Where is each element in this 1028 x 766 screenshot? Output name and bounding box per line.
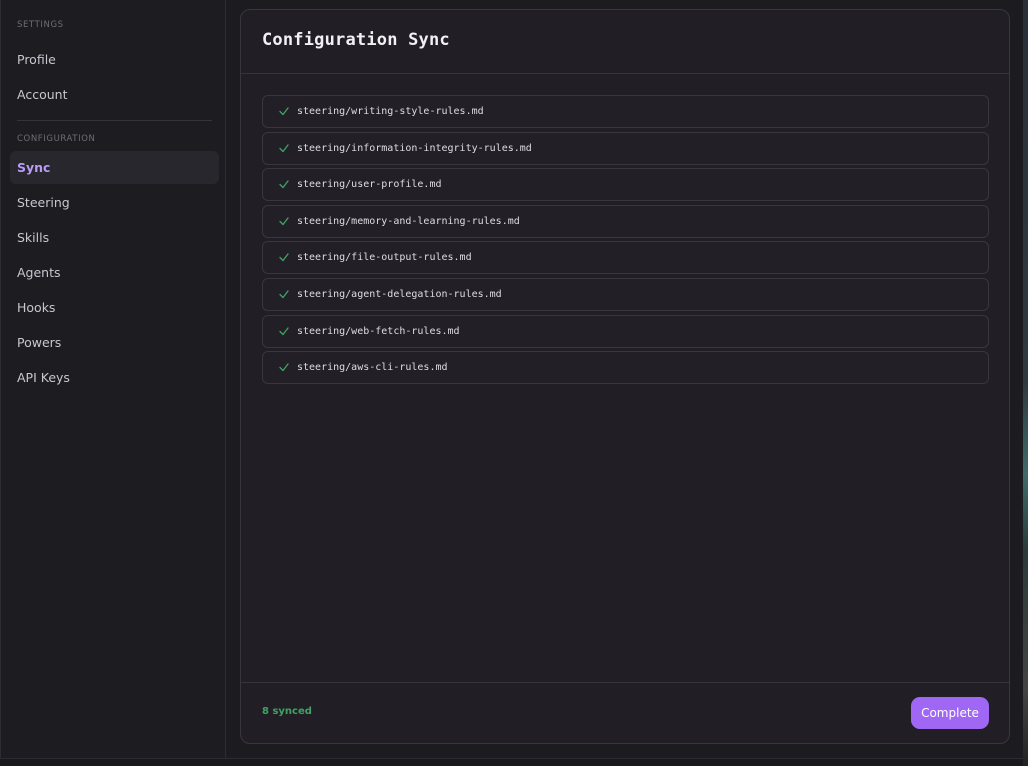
sidebar: SETTINGS Profile Account CONFIGURATION S… [0, 0, 226, 758]
list-item: steering/web-fetch-rules.md [262, 314, 989, 348]
file-path: steering/file-output-rules.md [297, 252, 472, 264]
file-path: steering/writing-style-rules.md [297, 106, 484, 117]
list-item: steering/aws-cli-rules.md [262, 351, 989, 385]
sidebar-item-profile[interactable]: Profile [10, 43, 219, 76]
app-window: SETTINGS Profile Account CONFIGURATION S… [0, 0, 1028, 766]
sidebar-item-sync[interactable]: Sync [10, 151, 219, 184]
sidebar-item-agents[interactable]: Agents [10, 256, 219, 289]
check-icon [279, 326, 289, 335]
desktop-background-edge [1023, 0, 1028, 766]
list-item: steering/file-output-rules.md [262, 241, 989, 275]
file-path: steering/web-fetch-rules.md [297, 325, 460, 337]
footer-divider [241, 682, 1009, 683]
check-icon [279, 180, 289, 189]
sidebar-item-account[interactable]: Account [10, 78, 219, 111]
list-item: steering/information-integrity-rules.md [262, 131, 989, 165]
window-bottom-edge [0, 758, 1023, 766]
file-path: steering/information-integrity-rules.md [297, 142, 532, 154]
file-path: steering/memory-and-learning-rules.md [297, 215, 520, 227]
list-item: steering/agent-delegation-rules.md [262, 277, 989, 311]
file-path: steering/agent-delegation-rules.md [297, 288, 502, 300]
sidebar-item-skills[interactable]: Skills [10, 221, 219, 254]
settings-section-label: SETTINGS [17, 20, 64, 30]
header-divider [241, 73, 1009, 74]
page-title: Configuration Sync [262, 30, 450, 50]
list-item: steering/user-profile.md [262, 168, 989, 202]
sidebar-item-hooks[interactable]: Hooks [10, 291, 219, 324]
list-item: steering/memory-and-learning-rules.md [262, 204, 989, 238]
check-icon [279, 253, 289, 262]
complete-button[interactable]: Complete [911, 697, 989, 729]
check-icon [279, 217, 289, 225]
sidebar-item-powers[interactable]: Powers [10, 326, 219, 359]
sidebar-item-steering[interactable]: Steering [10, 186, 219, 219]
sidebar-divider [17, 120, 212, 121]
configuration-section-label: CONFIGURATION [17, 134, 96, 144]
file-path: steering/aws-cli-rules.md [297, 362, 448, 374]
check-icon [279, 363, 289, 372]
check-icon [279, 107, 289, 116]
check-icon [279, 290, 289, 299]
list-item: steering/writing-style-rules.md [262, 95, 989, 128]
sidebar-item-api-keys[interactable]: API Keys [10, 361, 219, 394]
sync-status: 8 synced [262, 706, 312, 717]
synced-file-list: steering/writing-style-rules.md steering… [262, 95, 989, 388]
file-path: steering/user-profile.md [297, 179, 442, 191]
check-icon [279, 143, 289, 152]
configuration-sync-panel: Configuration Sync steering/writing-styl… [240, 9, 1010, 744]
